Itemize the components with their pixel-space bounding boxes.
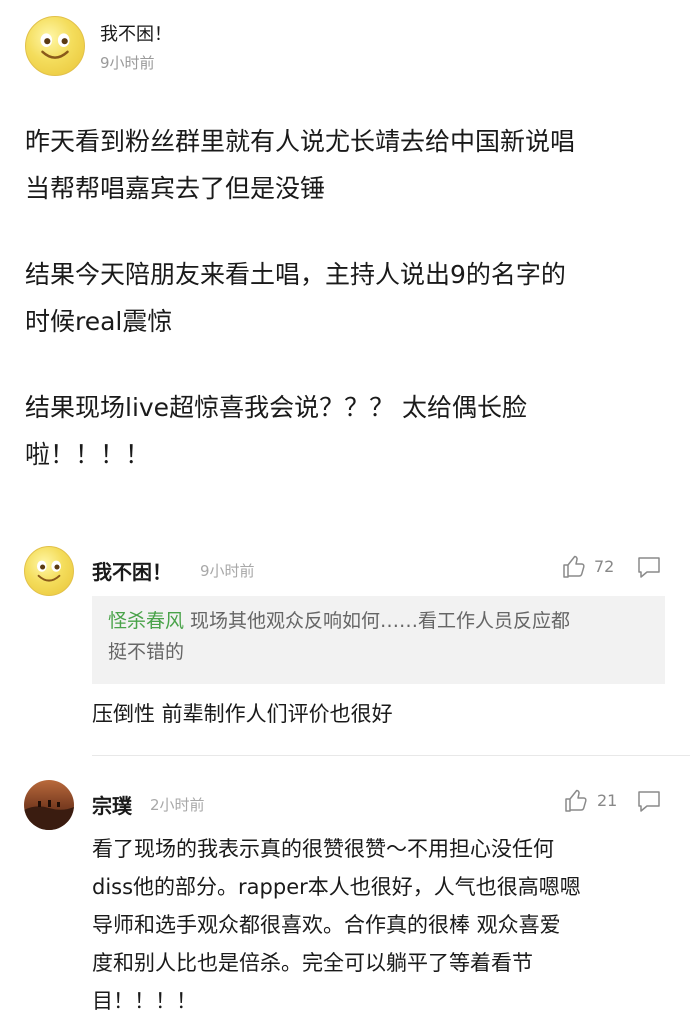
comment-line: 目！！！！ <box>92 989 197 1013</box>
post-paragraph: 昨天看到粉丝群里就有人说尤长靖去给中国新说唱 当帮帮唱嘉宾去了但是没锤 <box>25 118 665 212</box>
post-author-avatar[interactable] <box>25 16 85 76</box>
comment-line: diss他的部分。rapper本人也很好，人气也很高嗯嗯 <box>92 875 581 899</box>
quoted-text: 挺不错的 <box>108 641 185 663</box>
post-line: 啦！！！！ <box>25 440 151 469</box>
post-line: 时候real震惊 <box>25 307 173 336</box>
comment-text: 压倒性 前辈制作人们评价也很好 <box>92 702 393 726</box>
post-paragraph: 结果今天陪朋友来看土唱，主持人说出9的名字的 时候real震惊 <box>25 251 665 345</box>
comment-timestamp: 9小时前 <box>200 562 255 580</box>
comment-author-name[interactable]: 宗璞 <box>92 790 132 819</box>
comment-author-name[interactable]: 我不困！ <box>92 556 172 585</box>
post-body: 昨天看到粉丝群里就有人说尤长靖去给中国新说唱 当帮帮唱嘉宾去了但是没锤 结果今天… <box>25 118 665 517</box>
post-line: 结果现场live超惊喜我会说？？？ 太给偶长脸 <box>25 393 528 422</box>
post-line: 结果今天陪朋友来看土唱，主持人说出9的名字的 <box>25 260 566 289</box>
quoted-author-name[interactable]: 怪杀春风 <box>108 610 184 632</box>
comment-author-avatar[interactable] <box>24 546 74 596</box>
post-timestamp: 9小时前 <box>100 54 155 72</box>
post-paragraph: 结果现场live超惊喜我会说？？？ 太给偶长脸 啦！！！！ <box>25 384 665 478</box>
comment-bubble-icon[interactable] <box>636 555 662 579</box>
like-count: 21 <box>597 791 618 810</box>
comment-timestamp: 2小时前 <box>150 796 205 814</box>
comment-bubble-icon[interactable] <box>636 789 662 813</box>
quoted-text: 现场其他观众反响如何……看工作人员反应都 <box>184 610 571 632</box>
comment-line: 导师和选手观众都很喜欢。合作真的很棒 观众喜爱 <box>92 913 561 937</box>
post-author-name[interactable]: 我不困！ <box>100 20 172 46</box>
comment-author-avatar[interactable] <box>24 780 74 830</box>
comment-text: 看了现场的我表示真的很赞很赞～不用担心没任何 diss他的部分。rapper本人… <box>92 830 581 1020</box>
comment-divider <box>92 755 690 756</box>
thumbs-up-icon[interactable] <box>561 554 587 580</box>
post-line: 昨天看到粉丝群里就有人说尤长靖去给中国新说唱 <box>25 127 576 156</box>
comment-item: 宗璞 2小时前 21 看了现场的我表示真的很赞很赞～不用担心没任何 diss他的… <box>0 780 690 1020</box>
post-line: 当帮帮唱嘉宾去了但是没锤 <box>25 174 326 203</box>
desert-photo-avatar <box>24 780 74 830</box>
smiley-face-icon <box>37 560 61 582</box>
comment-item: 我不困！ 9小时前 72 怪杀春风 现场其他观众反响如何……看工作人员反应都 挺… <box>0 546 690 746</box>
quoted-reply[interactable]: 怪杀春风 现场其他观众反响如何……看工作人员反应都 挺不错的 <box>92 596 665 684</box>
comment-line: 度和别人比也是倍杀。完全可以躺平了等着看节 <box>92 951 533 975</box>
like-count: 72 <box>594 557 615 576</box>
smiley-face-icon <box>40 33 70 59</box>
comment-line: 看了现场的我表示真的很赞很赞～不用担心没任何 <box>92 837 554 861</box>
thumbs-up-icon[interactable] <box>563 788 589 814</box>
